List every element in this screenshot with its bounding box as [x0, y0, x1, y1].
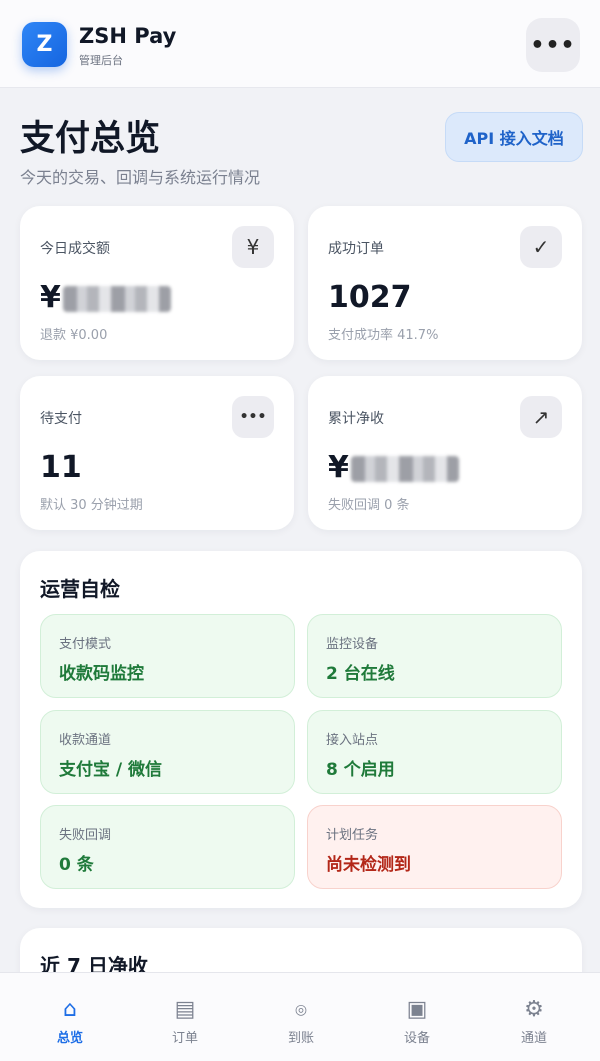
more-icon: ••• [530, 32, 576, 58]
ops-item-scheduled-tasks: 计划任务 尚未检测到 [307, 805, 562, 889]
device-icon: ▣ [406, 997, 428, 1022]
tab-overview[interactable]: ⌂ 总览 [10, 973, 130, 1061]
stat-label: 今日成交额 [40, 241, 110, 257]
stat-card-success-orders: 成功订单 ✓ 1027 支付成功率 41.7% [308, 206, 582, 360]
stat-card-today-revenue: 今日成交额 ¥ ¥ 退款 ¥0.00 [20, 206, 294, 360]
ops-item-pay-mode: 支付模式 收款码监控 [40, 614, 295, 698]
ops-check-card: 运营自检 支付模式 收款码监控 监控设备 2 台在线 收款通道 支付宝 / 微信… [20, 551, 582, 908]
ops-item-label: 收款通道 [59, 733, 112, 748]
stat-label: 成功订单 [328, 241, 384, 257]
trend-up-icon: ↗ [520, 396, 562, 438]
stat-note: 失败回调 0 条 [328, 498, 410, 513]
tab-label: 到账 [287, 1031, 314, 1046]
app-logo: Z [22, 22, 67, 67]
more-icon: ••• [232, 396, 274, 438]
ops-item-label: 监控设备 [326, 637, 379, 652]
page-title: 支付总览 [20, 119, 161, 159]
ops-item-label: 接入站点 [326, 733, 379, 748]
ops-item-label: 支付模式 [59, 637, 112, 652]
tab-label: 订单 [171, 1031, 198, 1046]
ops-item-value: 8 个启用 [326, 760, 395, 780]
ops-item-value: 收款码监控 [59, 664, 144, 684]
ops-item-label: 失败回调 [59, 828, 112, 843]
page-subtitle: 今天的交易、回调与系统运行情况 [20, 168, 261, 187]
app-header: Z ZSH Pay 管理后台 ••• [0, 0, 600, 88]
ops-item-value: 支付宝 / 微信 [59, 760, 163, 780]
app-subtitle: 管理后台 [79, 54, 123, 67]
stat-card-pending: 待支付 ••• 11 默认 30 分钟过期 [20, 376, 294, 530]
tab-devices[interactable]: ▣ 设备 [357, 973, 477, 1061]
tab-label: 设备 [403, 1031, 430, 1046]
ops-check-title: 运营自检 [40, 577, 120, 601]
redacted-blur [62, 285, 171, 312]
ops-item-label: 计划任务 [326, 828, 379, 843]
ops-item-value: 2 台在线 [326, 664, 395, 684]
ops-item-sites: 接入站点 8 个启用 [307, 710, 562, 794]
home-icon: ⌂ [63, 997, 77, 1022]
checkmark-icon: ✓ [520, 226, 562, 268]
target-icon: ◎ [294, 1002, 308, 1018]
stat-note: 退款 ¥0.00 [40, 328, 108, 343]
stat-value-masked: ¥ [328, 450, 459, 485]
stat-note: 支付成功率 41.7% [328, 328, 439, 343]
redacted-blur [350, 455, 459, 482]
ops-item-failed-callbacks: 失败回调 0 条 [40, 805, 295, 889]
app-title: ZSH Pay [79, 24, 177, 48]
stat-label: 累计净收 [328, 411, 384, 427]
tab-channels[interactable]: ⚙ 通道 [474, 973, 594, 1061]
stat-value-masked: ¥ [40, 280, 171, 315]
stat-label: 待支付 [40, 411, 82, 427]
ops-item-monitor-devices: 监控设备 2 台在线 [307, 614, 562, 698]
tab-orders[interactable]: ▤ 订单 [125, 973, 245, 1061]
tab-arrivals[interactable]: ◎ 到账 [241, 973, 361, 1061]
gear-icon: ⚙ [524, 997, 544, 1022]
list-icon: ▤ [174, 997, 196, 1022]
stat-value: 11 [40, 450, 82, 485]
tab-label: 通道 [520, 1031, 547, 1046]
ops-item-value: 尚未检测到 [326, 855, 411, 875]
stat-value: 1027 [328, 280, 412, 315]
yuan-icon: ¥ [232, 226, 274, 268]
ops-item-value: 0 条 [59, 855, 94, 875]
bottom-tab-bar: ⌂ 总览 ▤ 订单 ◎ 到账 ▣ 设备 ⚙ 通道 [0, 972, 600, 1061]
stat-note: 默认 30 分钟过期 [40, 498, 143, 513]
ops-item-channels: 收款通道 支付宝 / 微信 [40, 710, 295, 794]
more-menu-button[interactable]: ••• [526, 18, 580, 72]
api-docs-button[interactable]: API 接入文档 [445, 112, 583, 162]
tab-label: 总览 [56, 1031, 83, 1046]
stat-card-net-income: 累计净收 ↗ ¥ 失败回调 0 条 [308, 376, 582, 530]
